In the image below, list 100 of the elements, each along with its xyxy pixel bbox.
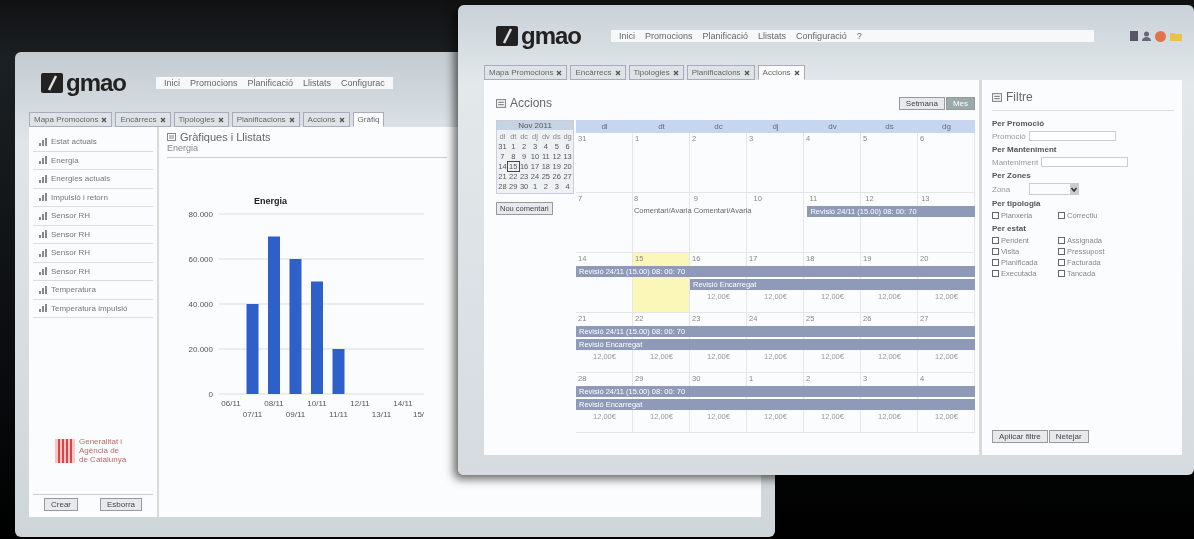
chart-bar [332,349,345,394]
input-field[interactable] [1041,157,1129,167]
chart-icon [39,285,47,294]
menu-item[interactable]: Promocions [645,31,693,41]
dropdown-arrow-icon[interactable] [1070,184,1079,194]
tab[interactable]: Tipologies [173,112,229,127]
tab[interactable]: Gràfiq [352,112,385,127]
user-icon[interactable] [1142,31,1151,41]
close-icon[interactable] [288,116,295,123]
checkbox[interactable] [992,259,999,266]
menu-item[interactable]: Inici [164,78,181,88]
checkbox[interactable] [1058,237,1065,244]
sidebar-item[interactable]: Estat actuals [33,133,153,152]
close-icon[interactable] [614,69,621,76]
filter-button[interactable]: Netejar [1048,430,1089,443]
axis-tick-label: 20.000 [188,345,213,354]
checkbox[interactable] [992,248,999,255]
chart-icon [39,248,47,257]
panel-subtitle: Energia [167,143,447,158]
logo-mark-icon [41,73,63,93]
axis-tick-label: 10/11 [307,399,327,408]
logo-mark-icon [496,26,518,46]
panel-icon [496,98,506,108]
tab[interactable]: Planificacions [686,65,755,80]
tab[interactable]: Planificacions [231,112,300,127]
menu-item[interactable]: Inici [619,31,636,41]
chart-icon [39,193,47,202]
close-icon[interactable] [159,116,166,123]
panel-title: Filtre [1006,90,1033,104]
axis-tick-label: 13/11 [371,410,392,419]
filter-heading: Per Promoció [992,119,1045,128]
chart-icon [39,137,47,146]
axis-tick-label: 06/11 [221,399,241,408]
chart-icon [39,174,47,183]
close-icon[interactable] [338,116,345,123]
axis-tick-label: 12/11 [350,399,370,408]
checkbox[interactable] [992,212,999,219]
input-field[interactable] [1028,131,1116,141]
sidebar-item[interactable]: Sensor RH [33,207,153,226]
checkbox[interactable] [1058,259,1065,266]
sidebar-item[interactable]: Energies actuals [33,170,153,189]
sidebar-item[interactable]: Sensor RH [33,262,153,281]
menu-item[interactable]: Planificació [247,78,294,88]
field-label: Promoció [992,131,1026,141]
filter-heading: Per Zones [992,171,1032,180]
tab[interactable]: Mapa Promocions [484,65,568,80]
checkbox[interactable] [1058,212,1065,219]
weekday-header: dt [657,122,666,131]
weekday-header: dl [600,122,609,131]
tab[interactable]: Accions [757,65,805,80]
menu-item[interactable]: ? [856,31,862,41]
close-icon[interactable] [672,69,679,76]
filter-heading: Per tipologia [992,199,1042,208]
tab[interactable]: Mapa Promocions [29,112,113,127]
tab[interactable]: Encàrrecs [115,112,171,127]
axis-tick-label: 08/11 [264,399,284,408]
menu-item[interactable]: Configuració [796,31,847,41]
menu-item[interactable]: Promocions [190,78,238,88]
tab[interactable]: Encàrrecs [570,65,626,80]
sidebar-item[interactable]: Temperatura impulsió [33,299,153,318]
dropdown-field[interactable] [1029,183,1080,195]
checkbox[interactable] [1058,270,1065,277]
axis-tick-label: 60.000 [188,255,213,264]
sidebar-item[interactable]: Sensor RH [33,225,153,244]
checkbox[interactable] [992,270,999,277]
menu-item[interactable]: Configurac [341,78,385,88]
close-icon[interactable] [101,116,108,123]
chart-icon [39,156,47,165]
checkbox[interactable] [992,237,999,244]
axis-tick-label: 09/11 [285,410,306,419]
menu-item[interactable]: Llistats [303,78,332,88]
filter-button[interactable]: Aplicar filtre [992,430,1048,443]
menu-item[interactable]: Llistats [758,31,787,41]
organization-name: de Catalunya [79,455,127,464]
axis-tick-label: 15/ [412,410,424,419]
close-icon[interactable] [556,69,563,76]
tab[interactable]: Tipologies [628,65,684,80]
filter-heading: Per estat [992,224,1027,233]
close-icon[interactable] [217,116,224,123]
tab[interactable]: Accions [302,112,350,127]
sidebar-button[interactable]: Crear [44,498,78,511]
axis-tick-label: 0 [208,390,213,399]
view-button[interactable]: Setmana [898,96,945,110]
month-label: Nov 2011 [497,121,573,130]
panel-icon [992,92,1002,102]
sidebar-item[interactable]: Temperatura [33,281,153,300]
sidebar-item[interactable]: Sensor RH [33,244,153,263]
axis-tick-label: 07/11 [242,410,263,419]
weekday-header: dc [713,122,724,131]
chart-title: Energia [254,196,287,206]
logo-text: gmao [521,22,581,50]
close-icon[interactable] [743,69,750,76]
sidebar-item[interactable]: Impulsió i retorn [33,188,153,207]
close-icon[interactable] [793,69,800,76]
organization-name: Generalitat i [79,437,124,446]
field-label: Manteniment [992,157,1039,167]
sidebar-item[interactable]: Energia [33,151,153,170]
sidebar-button[interactable]: Esborra [100,498,142,511]
menu-item[interactable]: Planificació [702,31,749,41]
checkbox[interactable] [1058,248,1065,255]
